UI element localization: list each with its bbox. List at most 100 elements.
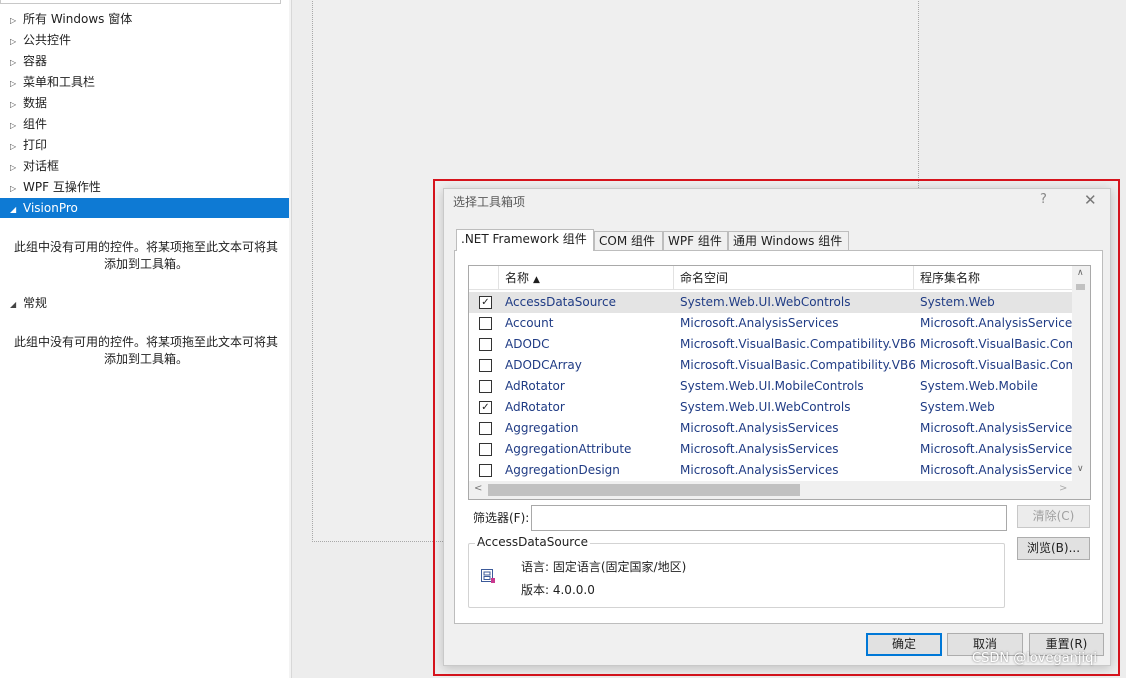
row-checkbox[interactable]: [479, 422, 492, 435]
row-name: ADODCArray: [505, 358, 582, 372]
toolbox-category-general[interactable]: ◢ 常规: [0, 293, 289, 313]
row-name: AggregationAttribute: [505, 442, 632, 456]
row-namespace: System.Web.UI.MobileControls: [680, 379, 864, 393]
watermark-text: CSDN @loveganjiqi: [972, 651, 1097, 666]
table-row[interactable]: AdRotator System.Web.UI.MobileControls S…: [469, 376, 1072, 397]
scroll-down-icon[interactable]: ∨: [1077, 464, 1084, 474]
horizontal-scrollbar[interactable]: < >: [469, 481, 1090, 499]
details-version: 版本: 4.0.0.0: [521, 583, 595, 597]
table-row[interactable]: AggregationAttribute Microsoft.AnalysisS…: [469, 439, 1072, 460]
filter-input[interactable]: [531, 505, 1007, 531]
expand-arrow-icon[interactable]: ▷: [10, 95, 23, 115]
row-checkbox[interactable]: [479, 338, 492, 351]
toolbox-category-visionpro[interactable]: ◢ VisionPro: [0, 198, 289, 218]
toolbox-category-containers[interactable]: ▷ 容器: [0, 51, 289, 71]
expand-arrow-icon[interactable]: ▷: [10, 137, 23, 157]
category-label: 常规: [23, 296, 48, 310]
close-icon[interactable]: ✕: [1084, 192, 1097, 208]
toolbox-category-common-controls[interactable]: ▷ 公共控件: [0, 30, 289, 50]
row-assembly: Microsoft.AnalysisServices: [920, 463, 1072, 477]
expand-arrow-icon[interactable]: ▷: [10, 74, 23, 94]
row-checkbox[interactable]: [479, 380, 492, 393]
collapse-arrow-icon[interactable]: ◢: [10, 295, 23, 315]
category-label: 打印: [23, 138, 48, 152]
tab-net-framework-components[interactable]: .NET Framework 组件: [456, 229, 594, 251]
category-label: 公共控件: [23, 33, 72, 47]
column-header-namespace[interactable]: 命名空间: [673, 266, 913, 290]
help-icon[interactable]: ?: [1040, 192, 1047, 207]
row-assembly: Microsoft.VisualBasic.Compatibility: [920, 337, 1072, 351]
ok-button[interactable]: 确定: [866, 633, 942, 656]
table-row[interactable]: ✓ AccessDataSource System.Web.UI.WebCont…: [469, 292, 1072, 313]
expand-arrow-icon[interactable]: ▷: [10, 116, 23, 136]
toolbox-scrollbar[interactable]: [289, 0, 291, 678]
filter-label: 筛选器(F):: [473, 511, 530, 525]
toolbox-category-all-windows-forms[interactable]: ▷ 所有 Windows 窗体: [0, 9, 289, 29]
category-label: VisionPro: [23, 201, 78, 215]
tab-com-components[interactable]: COM 组件: [594, 231, 663, 251]
tab-universal-windows-components[interactable]: 通用 Windows 组件: [728, 231, 849, 251]
toolbox-category-dialogs[interactable]: ▷ 对话框: [0, 156, 289, 176]
table-row[interactable]: Account Microsoft.AnalysisServices Micro…: [469, 313, 1072, 334]
expand-arrow-icon[interactable]: ▷: [10, 11, 23, 31]
category-label: WPF 互操作性: [23, 180, 101, 194]
clear-button[interactable]: 清除(C): [1017, 505, 1090, 528]
table-row[interactable]: ✓ AdRotator System.Web.UI.WebControls Sy…: [469, 397, 1072, 418]
expand-arrow-icon[interactable]: ▷: [10, 53, 23, 73]
components-list[interactable]: 名称 ▲ 命名空间 程序集名称 ✓ AccessDataSource System…: [468, 265, 1091, 500]
row-namespace: Microsoft.AnalysisServices: [680, 316, 839, 330]
row-namespace: Microsoft.VisualBasic.Compatibility.VB6: [680, 337, 916, 351]
scroll-right-icon[interactable]: >: [1059, 483, 1067, 494]
row-namespace: System.Web.UI.WebControls: [680, 295, 851, 309]
column-header-name[interactable]: 名称 ▲: [498, 266, 673, 290]
collapse-arrow-icon[interactable]: ◢: [10, 200, 23, 220]
row-assembly: Microsoft.AnalysisServices: [920, 442, 1072, 456]
expand-arrow-icon[interactable]: ▷: [10, 179, 23, 199]
row-checkbox[interactable]: [479, 359, 492, 372]
table-row[interactable]: Aggregation Microsoft.AnalysisServices M…: [469, 418, 1072, 439]
sort-ascending-icon: ▲: [533, 275, 540, 285]
row-name: AdRotator: [505, 379, 565, 393]
scroll-thumb[interactable]: [1076, 284, 1085, 290]
browse-button[interactable]: 浏览(B)...: [1017, 537, 1090, 560]
toolbox-category-menus-toolbars[interactable]: ▷ 菜单和工具栏: [0, 72, 289, 92]
row-checkbox[interactable]: [479, 464, 492, 477]
details-language: 语言: 固定语言(固定国家/地区): [521, 560, 687, 574]
category-label: 数据: [23, 96, 48, 110]
row-name: ADODC: [505, 337, 550, 351]
scroll-thumb[interactable]: [488, 484, 800, 496]
category-label: 容器: [23, 54, 48, 68]
expand-arrow-icon[interactable]: ▷: [10, 158, 23, 178]
toolbox-category-components[interactable]: ▷ 组件: [0, 114, 289, 134]
list-header: 名称 ▲ 命名空间 程序集名称: [469, 266, 1072, 290]
row-namespace: Microsoft.AnalysisServices: [680, 463, 839, 477]
table-row[interactable]: AggregationDesign Microsoft.AnalysisServ…: [469, 460, 1072, 481]
row-name: Account: [505, 316, 554, 330]
toolbox-category-printing[interactable]: ▷ 打印: [0, 135, 289, 155]
row-checkbox[interactable]: ✓: [479, 401, 492, 414]
scroll-left-icon[interactable]: <: [474, 483, 482, 494]
row-assembly: Microsoft.AnalysisServices: [920, 316, 1072, 330]
column-header-assembly[interactable]: 程序集名称: [913, 266, 1072, 290]
chevron-down-icon[interactable]: ▼: [266, 0, 272, 1]
toolbox-panel: ▼ ▷所有 Windows 窗体 ▷公共控件 ▷容器 ▷菜单和工具栏 ▷数据 ▷…: [0, 0, 292, 678]
empty-group-message: 此组中没有可用的控件。将某项拖至此文本可将其 添加到工具箱。: [8, 334, 284, 368]
vertical-scrollbar[interactable]: ∧ ∨: [1072, 266, 1090, 481]
toolbox-category-wpf-interop[interactable]: ▷ WPF 互操作性: [0, 177, 289, 197]
tab-wpf-components[interactable]: WPF 组件: [663, 231, 728, 251]
scroll-up-icon[interactable]: ∧: [1077, 268, 1084, 278]
row-checkbox[interactable]: ✓: [479, 296, 492, 309]
row-namespace: System.Web.UI.WebControls: [680, 400, 851, 414]
category-label: 所有 Windows 窗体: [23, 12, 133, 26]
empty-message-line: 添加到工具箱。: [103, 257, 188, 271]
expand-arrow-icon[interactable]: ▷: [10, 32, 23, 52]
row-checkbox[interactable]: [479, 443, 492, 456]
table-row[interactable]: ADODCArray Microsoft.VisualBasic.Compati…: [469, 355, 1072, 376]
dialog-title: 选择工具箱项: [453, 195, 526, 209]
empty-message-line: 添加到工具箱。: [103, 352, 188, 366]
row-checkbox[interactable]: [479, 317, 492, 330]
table-row[interactable]: ADODC Microsoft.VisualBasic.Compatibilit…: [469, 334, 1072, 355]
toolbox-category-data[interactable]: ▷ 数据: [0, 93, 289, 113]
toolbox-search-box[interactable]: ▼: [0, 0, 281, 4]
row-name: AdRotator: [505, 400, 565, 414]
